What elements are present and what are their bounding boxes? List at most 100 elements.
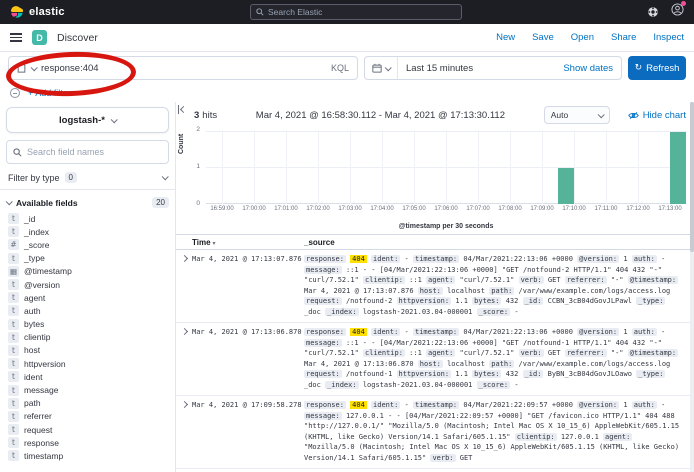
- field-item-id[interactable]: t_id: [6, 212, 169, 225]
- interval-select[interactable]: Auto: [544, 106, 610, 124]
- field-item-bytes[interactable]: tbytes: [6, 318, 169, 331]
- field-badge: path:: [489, 360, 514, 368]
- highlight-mark: 404: [350, 255, 367, 263]
- global-search-box[interactable]: [250, 4, 462, 20]
- show-dates-link[interactable]: Show dates: [563, 63, 621, 74]
- field-item-message[interactable]: tmessage: [6, 383, 169, 396]
- field-badge: @version:: [577, 401, 619, 409]
- field-item-request[interactable]: trequest: [6, 423, 169, 436]
- field-item-ident[interactable]: tident: [6, 370, 169, 383]
- available-fields-header[interactable]: Available fields 20: [6, 190, 169, 212]
- field-item-httpversion[interactable]: thttpversion: [6, 357, 169, 370]
- field-badge: ident:: [371, 328, 400, 336]
- field-item-index[interactable]: t_index: [6, 225, 169, 238]
- field-badge: _id:: [523, 297, 544, 305]
- filter-type-chevron-icon: [162, 173, 169, 180]
- saved-query-icon[interactable]: [17, 63, 26, 73]
- time-range-value[interactable]: Last 15 minutes: [398, 63, 481, 74]
- field-item-agent[interactable]: tagent: [6, 291, 169, 304]
- help-icon[interactable]: [647, 6, 659, 18]
- histogram-bar-17:09:30[interactable]: [558, 168, 574, 204]
- expand-row-icon[interactable]: [180, 328, 187, 335]
- global-search-input[interactable]: [268, 7, 456, 17]
- nav-actions: New Save Open Share Inspect: [496, 32, 684, 43]
- field-item-clientip[interactable]: tclientip: [6, 331, 169, 344]
- hits-count: 3: [194, 110, 199, 121]
- refresh-button[interactable]: ↻ Refresh: [628, 56, 686, 80]
- field-item-referrer[interactable]: treferrer: [6, 410, 169, 423]
- v-gridline: [574, 132, 575, 204]
- scrollbar[interactable]: [690, 102, 694, 472]
- row-time: Mar 4, 2021 @ 17:13:06.870: [192, 327, 304, 390]
- elastic-logo[interactable]: elastic: [10, 5, 65, 19]
- field-list: t_idt_index#_scoret_type▦@timestampt@ver…: [6, 212, 169, 463]
- field-badge: message:: [304, 266, 342, 274]
- scrollbar-thumb[interactable]: [690, 102, 694, 252]
- query-language-button[interactable]: KQL: [325, 63, 349, 73]
- app-navbar: D Discover NewSaveOpenShareInspect: [0, 24, 694, 52]
- hits-label: hits: [202, 110, 217, 121]
- user-avatar[interactable]: [671, 3, 684, 21]
- filter-sets-icon[interactable]: [10, 88, 20, 98]
- field-badge: _index:: [325, 381, 359, 389]
- discover-app-badge: D: [32, 30, 47, 45]
- add-filter-button[interactable]: + Add filter: [28, 88, 71, 98]
- nav-action-new[interactable]: New: [496, 32, 515, 43]
- nav-action-inspect[interactable]: Inspect: [653, 32, 684, 43]
- time-range-summary: Mar 4, 2021 @ 16:58:30.112 - Mar 4, 2021…: [225, 110, 536, 121]
- field-item-auth[interactable]: tauth: [6, 304, 169, 317]
- query-input[interactable]: [41, 63, 320, 74]
- nav-action-save[interactable]: Save: [532, 32, 554, 43]
- field-item-path[interactable]: tpath: [6, 397, 169, 410]
- field-item-score[interactable]: #_score: [6, 238, 169, 251]
- x-tick-label: 17:02:00: [306, 206, 329, 212]
- field-item-response[interactable]: tresponse: [6, 436, 169, 449]
- calendar-icon: [372, 63, 382, 73]
- query-input-box[interactable]: KQL: [8, 56, 358, 80]
- v-gridline: [478, 132, 479, 204]
- elastic-logo-icon: [10, 5, 24, 19]
- nav-action-share[interactable]: Share: [611, 32, 636, 43]
- hits-row: 3 hits Mar 4, 2021 @ 16:58:30.112 - Mar …: [176, 102, 694, 128]
- field-badge: auth:: [632, 328, 657, 336]
- filter-by-type[interactable]: Filter by type 0: [0, 166, 175, 190]
- x-tick-label: 17:03:00: [338, 206, 361, 212]
- field-name: ident: [24, 372, 42, 382]
- index-pattern-chevron-icon: [111, 116, 118, 123]
- index-pattern-selector[interactable]: logstash-*: [6, 107, 169, 133]
- field-search-input[interactable]: [27, 147, 162, 157]
- field-badge: verb:: [519, 349, 544, 357]
- saved-query-chevron-icon[interactable]: [31, 64, 38, 71]
- content: logstash-* Filter by type 0 Available fi…: [0, 102, 694, 472]
- field-name: _type: [24, 253, 45, 263]
- string-field-icon: t: [8, 305, 19, 316]
- expand-row-icon[interactable]: [180, 401, 187, 408]
- expand-row-icon[interactable]: [180, 255, 187, 262]
- v-gridline: [510, 132, 511, 204]
- field-badge: clientip:: [363, 349, 405, 357]
- hide-chart-button[interactable]: Hide chart: [628, 110, 686, 121]
- filter-by-type-label: Filter by type: [8, 173, 60, 183]
- field-item-version[interactable]: t@version: [6, 278, 169, 291]
- field-badge: @timestamp:: [628, 349, 678, 357]
- date-quick-menu[interactable]: [365, 57, 398, 79]
- field-badge: verb:: [430, 454, 455, 462]
- field-badge: _score:: [477, 381, 511, 389]
- string-field-icon: t: [8, 437, 19, 448]
- field-badge: _score:: [477, 308, 511, 316]
- field-badge: referrer:: [565, 276, 607, 284]
- nav-action-open[interactable]: Open: [571, 32, 594, 43]
- field-item-timestamp[interactable]: ▦@timestamp: [6, 265, 169, 278]
- histogram-bar-17:13:00[interactable]: [670, 132, 686, 204]
- field-item-type[interactable]: t_type: [6, 252, 169, 265]
- time-column-header[interactable]: Time▾: [192, 238, 304, 247]
- field-badge: timestamp:: [413, 255, 459, 263]
- field-item-host[interactable]: thost: [6, 344, 169, 357]
- field-item-timestamp[interactable]: ttimestamp: [6, 449, 169, 462]
- date-menu-chevron-icon: [385, 64, 392, 71]
- field-search-box[interactable]: [6, 140, 169, 164]
- v-gridline: [254, 132, 255, 204]
- menu-icon[interactable]: [10, 33, 22, 42]
- collapse-sidebar-icon[interactable]: [178, 105, 189, 114]
- x-tick-label: 17:08:00: [498, 206, 521, 212]
